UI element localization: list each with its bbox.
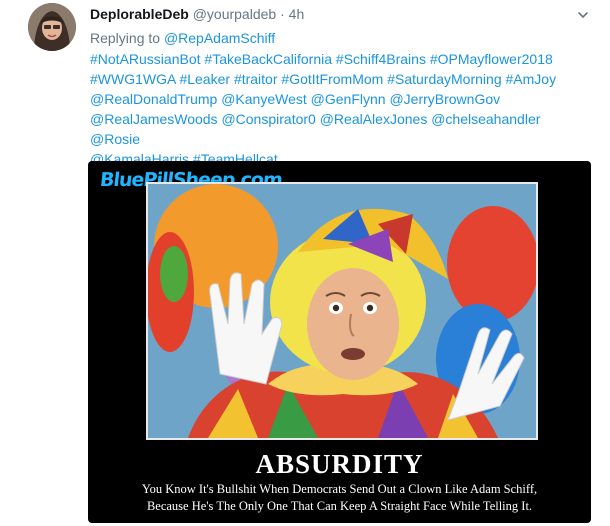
poster-photo xyxy=(146,182,538,440)
poster-caption-line: You Know It's Bullshit When Democrats Se… xyxy=(141,482,538,496)
clown-photo xyxy=(148,184,536,438)
mention-link[interactable]: @KanyeWest xyxy=(221,91,307,107)
mention-link[interactable]: @JerryBrownGov xyxy=(389,91,500,107)
replying-to-link[interactable]: @RepAdamSchiff xyxy=(164,30,275,46)
hashtag-link[interactable]: #NotARussianBot xyxy=(90,51,201,67)
user-handle[interactable]: @yourpaldeb xyxy=(193,6,277,22)
mention-link[interactable]: @Rosie xyxy=(90,131,140,147)
tweet-header: DeplorableDeb @yourpaldeb · 4h xyxy=(90,5,570,23)
poster-caption: You Know It's Bullshit When Democrats Se… xyxy=(88,481,591,515)
hashtag-link[interactable]: #OPMayflower2018 xyxy=(430,51,553,67)
mention-link[interactable]: @RealDonaldTrump xyxy=(90,91,217,107)
tweet-media[interactable]: BluePillSheep.com ABSURDITY You Know It'… xyxy=(88,161,591,523)
hashtag-link[interactable]: #SaturdayMorning xyxy=(387,71,501,87)
tweet-text: #NotARussianBot #TakeBackCalifornia #Sch… xyxy=(90,49,560,169)
avatar-photo xyxy=(28,3,76,51)
timestamp[interactable]: 4h xyxy=(289,6,305,22)
hashtag-link[interactable]: #traitor xyxy=(234,71,278,87)
tweet-text-line: #NotARussianBot #TakeBackCalifornia #Sch… xyxy=(90,49,560,69)
mention-link[interactable]: @RealAlexJones xyxy=(320,111,428,127)
mention-link[interactable]: @GenFlynn xyxy=(311,91,386,107)
hashtag-link[interactable]: #Leaker xyxy=(179,71,230,87)
chevron-down-icon[interactable] xyxy=(576,8,590,22)
tweet[interactable]: DeplorableDeb @yourpaldeb · 4h Replying … xyxy=(0,0,610,526)
hashtag-link[interactable]: #GotItFromMom xyxy=(281,71,383,87)
poster-title: ABSURDITY xyxy=(255,449,424,479)
tweet-text-line: @RealJamesWoods @Conspirator0 @RealAlexJ… xyxy=(90,109,560,149)
display-name[interactable]: DeplorableDeb xyxy=(90,6,189,22)
hashtag-link[interactable]: #TakeBackCalifornia xyxy=(204,51,332,67)
replying-prefix: Replying to xyxy=(90,30,161,46)
replying-to: Replying to @RepAdamSchiff xyxy=(90,29,275,47)
tweet-text-line: @RealDonaldTrump @KanyeWest @GenFlynn @J… xyxy=(90,89,560,109)
hashtag-link[interactable]: #Schiff4Brains xyxy=(336,51,426,67)
poster-caption-line: Because He's The Only One That Can Keep … xyxy=(146,499,533,513)
hashtag-link[interactable]: #WWG1WGA xyxy=(90,71,176,87)
avatar[interactable] xyxy=(28,3,76,51)
separator-dot: · xyxy=(280,6,285,22)
hashtag-link[interactable]: #AmJoy xyxy=(506,71,557,87)
mention-link[interactable]: @Conspirator0 xyxy=(221,111,315,127)
tweet-text-line: #WWG1WGA #Leaker #traitor #GotItFromMom … xyxy=(90,69,560,89)
mention-link[interactable]: @chelseahandler xyxy=(431,111,540,127)
mention-link[interactable]: @RealJamesWoods xyxy=(90,111,218,127)
